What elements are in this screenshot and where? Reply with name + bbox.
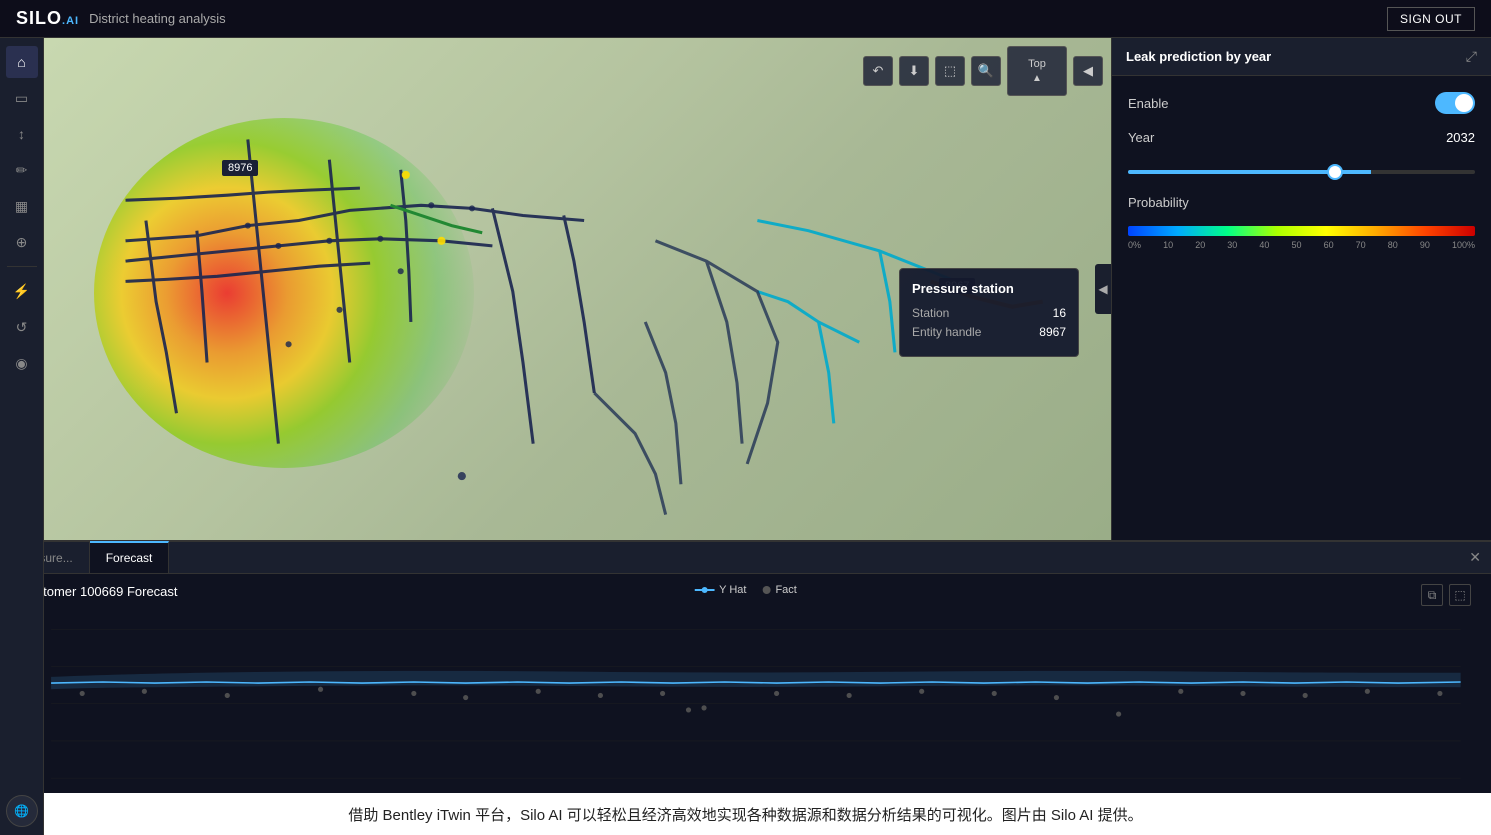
right-panel: Leak prediction by year ⤢ Enable Year 20… bbox=[1111, 38, 1491, 540]
right-panel-expand-icon[interactable]: ⤢ bbox=[1466, 48, 1477, 65]
sidebar-divider bbox=[7, 266, 37, 267]
toggle-knob bbox=[1455, 94, 1473, 112]
legend-yhat-label: Y Hat bbox=[719, 584, 746, 596]
sidebar-item-layers[interactable]: ↕ bbox=[6, 118, 38, 150]
sidebar-item-circle[interactable]: ◉ bbox=[6, 347, 38, 379]
year-value: 2032 bbox=[1446, 130, 1475, 145]
sidebar-item-grid[interactable]: ▦ bbox=[6, 190, 38, 222]
tooltip-entity-value: 8967 bbox=[1039, 325, 1066, 339]
map-tooltip: Pressure station Station 16 Entity handl… bbox=[899, 268, 1079, 357]
tooltip-station-row: Station 16 bbox=[912, 306, 1066, 320]
sidebar-item-crosshair[interactable]: ⊕ bbox=[6, 226, 38, 258]
app-title: District heating analysis bbox=[89, 11, 226, 26]
bottom-collapse-button[interactable]: ✕ bbox=[1459, 549, 1491, 566]
sidebar-item-monitor[interactable]: ▭ bbox=[6, 82, 38, 114]
sidebar-item-lightning[interactable]: ⚡ bbox=[6, 275, 38, 307]
sidebar-item-globe[interactable]: 🌐 bbox=[6, 795, 38, 827]
legend-yhat-icon bbox=[694, 585, 714, 595]
map-top-button[interactable]: Top ▲ bbox=[1007, 46, 1067, 96]
right-panel-body: Enable Year 2032 Probability 0% 10 20 30… bbox=[1112, 76, 1491, 266]
probability-labels: 0% 10 20 30 40 50 60 70 80 90 100% bbox=[1128, 240, 1475, 250]
enable-row: Enable bbox=[1128, 92, 1475, 114]
sidebar: ⌂ ▭ ↕ ✏ ▦ ⊕ ⚡ ↺ ◉ 🌐 bbox=[0, 38, 44, 835]
chart-controls: ⧉ ⬚ bbox=[1421, 584, 1471, 606]
tooltip-entity-row: Entity handle 8967 bbox=[912, 325, 1066, 339]
logo-sub: .AI bbox=[62, 15, 79, 27]
logo: SILO.AI bbox=[16, 8, 79, 29]
tooltip-entity-label: Entity handle bbox=[912, 325, 981, 339]
sidebar-item-edit[interactable]: ✏ bbox=[6, 154, 38, 186]
map-right-collapse-handle[interactable]: ◀ bbox=[1095, 264, 1111, 314]
probability-label: Probability bbox=[1128, 195, 1189, 210]
right-panel-header: Leak prediction by year ⤢ bbox=[1112, 38, 1491, 76]
tooltip-title: Pressure station bbox=[912, 281, 1066, 296]
map-collapse-button[interactable]: ◀ bbox=[1073, 56, 1103, 86]
caption-text: 借助 Bentley iTwin 平台，Silo AI 可以轻松且经济高效地实现… bbox=[348, 804, 1142, 825]
map-download-button[interactable]: ⬇ bbox=[899, 56, 929, 86]
top-btn-arrow: ▲ bbox=[1032, 73, 1042, 84]
map-frame-button[interactable]: ⬚ bbox=[935, 56, 965, 86]
chart-legend: Y Hat Fact bbox=[694, 584, 797, 596]
chart-svg-container bbox=[20, 619, 1471, 805]
top-btn-label: Top bbox=[1028, 58, 1046, 70]
enable-toggle[interactable] bbox=[1435, 92, 1475, 114]
legend-yhat: Y Hat bbox=[694, 584, 746, 596]
tooltip-station-value: 16 bbox=[1053, 306, 1066, 320]
year-label: Year bbox=[1128, 130, 1154, 145]
chart-svg bbox=[20, 619, 1471, 805]
probability-bar bbox=[1128, 226, 1475, 236]
legend-fact: Fact bbox=[762, 584, 796, 596]
tab-forecast[interactable]: Forecast bbox=[90, 541, 170, 573]
year-slider[interactable] bbox=[1128, 170, 1475, 174]
year-row: Year 2032 bbox=[1128, 130, 1475, 145]
map-toolbar: ↶ ⬇ ⬚ 🔍 Top ▲ ◀ bbox=[863, 46, 1103, 96]
header-left: SILO.AI District heating analysis bbox=[16, 8, 226, 29]
right-panel-title: Leak prediction by year bbox=[1126, 49, 1271, 64]
chart-expand-button[interactable]: ⧉ bbox=[1421, 584, 1443, 606]
bottom-tabs: Measure... Forecast ✕ bbox=[0, 542, 1491, 574]
sign-out-button[interactable]: SIGN OUT bbox=[1387, 7, 1475, 31]
enable-label: Enable bbox=[1128, 96, 1168, 111]
map-search-button[interactable]: 🔍 bbox=[971, 56, 1001, 86]
chart-fullscreen-button[interactable]: ⬚ bbox=[1449, 584, 1471, 606]
map-badge-8976: 8976 bbox=[222, 160, 258, 176]
bottom-area: Measure... Forecast ✕ Customer 100669 Fo… bbox=[0, 540, 1491, 835]
map-undo-button[interactable]: ↶ bbox=[863, 56, 893, 86]
caption-bar: 借助 Bentley iTwin 平台，Silo AI 可以轻松且经济高效地实现… bbox=[0, 793, 1491, 835]
legend-fact-label: Fact bbox=[775, 584, 796, 596]
tooltip-station-label: Station bbox=[912, 306, 949, 320]
legend-fact-icon bbox=[762, 586, 770, 594]
map-container[interactable]: 8976 8967 ↶ ⬇ ⬚ 🔍 Top ▲ ◀ Pressure stati… bbox=[44, 38, 1111, 540]
probability-row: Probability bbox=[1128, 195, 1475, 210]
year-slider-container bbox=[1128, 161, 1475, 179]
sidebar-item-rotate[interactable]: ↺ bbox=[6, 311, 38, 343]
header: SILO.AI District heating analysis SIGN O… bbox=[0, 0, 1491, 38]
sidebar-item-home[interactable]: ⌂ bbox=[6, 46, 38, 78]
